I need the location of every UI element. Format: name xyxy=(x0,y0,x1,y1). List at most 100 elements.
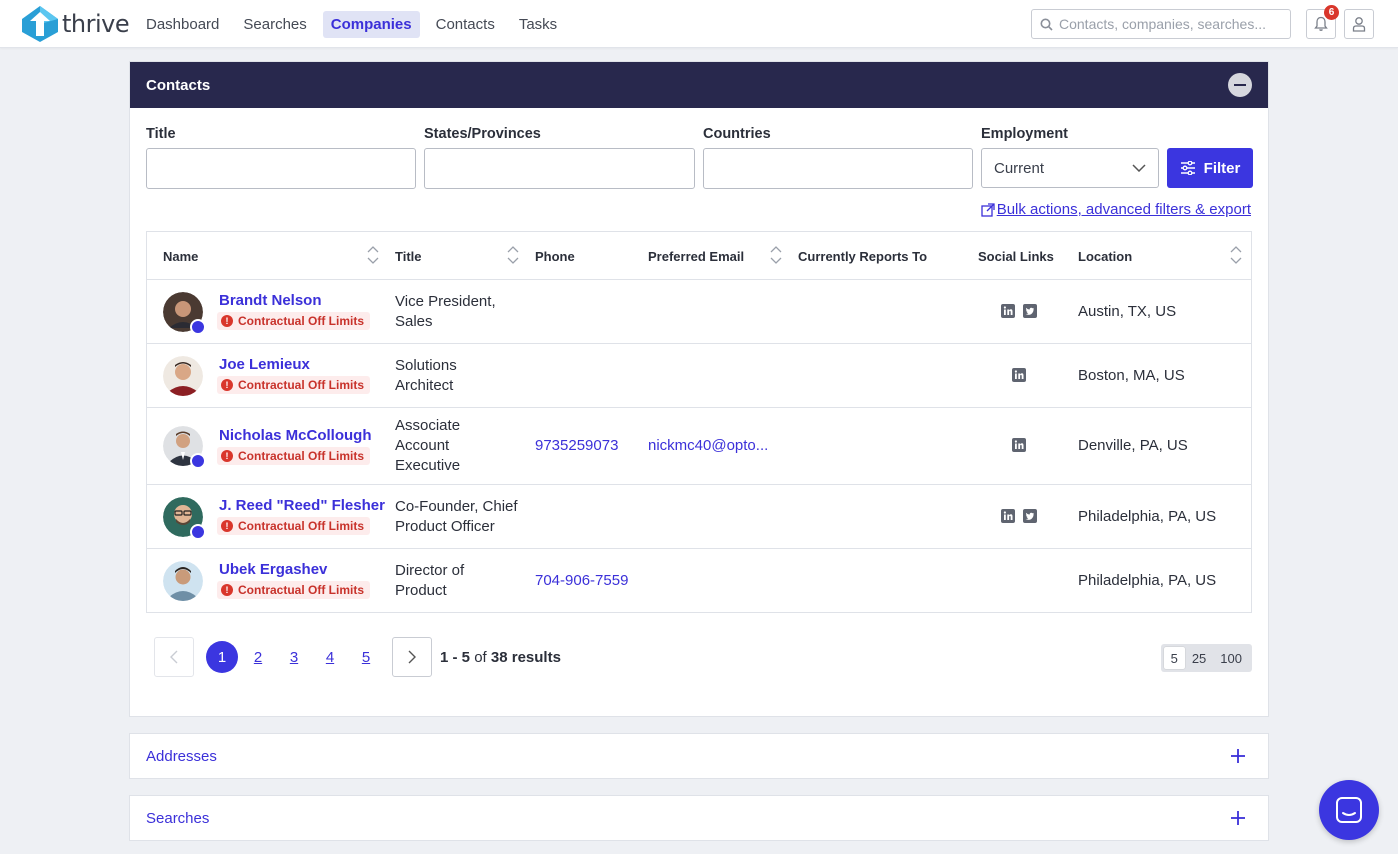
phone-link[interactable]: 704-906-7559 xyxy=(535,571,628,591)
column-header-email[interactable]: Preferred Email xyxy=(648,232,744,280)
page-button-1[interactable]: 1 xyxy=(206,641,238,673)
filter-button[interactable]: Filter xyxy=(1167,148,1253,188)
page-size-25[interactable]: 25 xyxy=(1185,647,1213,669)
next-page-button[interactable] xyxy=(392,637,432,677)
email-link[interactable]: nickmc40@opto... xyxy=(648,436,768,456)
sort-icon[interactable] xyxy=(1230,244,1242,266)
alert-icon: ! xyxy=(221,520,233,532)
column-header-title[interactable]: Title xyxy=(395,232,422,280)
contact-name-link[interactable]: Joe Lemieux xyxy=(219,356,310,373)
user-menu-button[interactable] xyxy=(1344,9,1374,39)
page-size-100[interactable]: 100 xyxy=(1213,647,1249,669)
chat-icon xyxy=(1336,797,1362,823)
title-line: Product xyxy=(395,582,447,599)
page-size-5[interactable]: 5 xyxy=(1163,647,1185,669)
contacts-panel: Contacts Title States/Provinces Countrie… xyxy=(129,61,1269,717)
sort-icon[interactable] xyxy=(367,244,379,266)
table-row: Brandt Nelson ! Contractual Off Limits Vi… xyxy=(147,280,1251,344)
notifications-button[interactable]: 6 xyxy=(1306,5,1339,39)
contact-name-link[interactable]: Ubek Ergashev xyxy=(219,561,327,578)
page-button-2[interactable]: 2 xyxy=(240,649,276,666)
states-filter-label: States/Provinces xyxy=(424,126,541,142)
searches-panel[interactable]: Searches xyxy=(129,795,1269,841)
location-cell: Austin, TX, US xyxy=(1078,303,1177,320)
title-line: Account xyxy=(395,437,450,454)
nav-dashboard[interactable]: Dashboard xyxy=(138,11,227,38)
nav-searches[interactable]: Searches xyxy=(235,11,314,38)
title-cell: Co-Founder, Chief Product Officer xyxy=(395,497,518,537)
nav-tasks[interactable]: Tasks xyxy=(511,11,565,38)
page-button-5[interactable]: 5 xyxy=(348,649,384,666)
off-limits-tag: ! Contractual Off Limits xyxy=(217,376,371,394)
contacts-table: Name Title Phone Preferred Email Current… xyxy=(146,231,1252,613)
main-nav: Dashboard Searches Companies Contacts Ta… xyxy=(138,11,573,38)
nav-contacts[interactable]: Contacts xyxy=(428,11,503,38)
title-line: Vice President, xyxy=(395,293,496,310)
table-row: Joe Lemieux ! Contractual Off Limits Solu… xyxy=(147,344,1251,408)
linkedin-icon[interactable] xyxy=(1012,438,1026,452)
twitter-icon[interactable] xyxy=(1023,509,1037,523)
title-cell: Vice President, Sales xyxy=(395,292,496,332)
states-filter-input[interactable] xyxy=(424,148,695,189)
verified-icon xyxy=(190,453,206,469)
page-button-3[interactable]: 3 xyxy=(276,649,312,666)
plus-icon[interactable] xyxy=(1230,748,1246,764)
location-cell: Philadelphia, PA, US xyxy=(1078,572,1217,589)
alert-icon: ! xyxy=(221,379,233,391)
linkedin-icon[interactable] xyxy=(1001,304,1015,318)
column-header-location[interactable]: Location xyxy=(1078,232,1132,280)
previous-page-button[interactable] xyxy=(154,637,194,677)
linkedin-icon[interactable] xyxy=(1001,509,1015,523)
contact-name-link[interactable]: Nicholas McCollough xyxy=(219,427,372,444)
nav-companies[interactable]: Companies xyxy=(322,11,420,38)
countries-filter-input[interactable] xyxy=(703,148,973,189)
column-header-social-links: Social Links xyxy=(978,248,1054,264)
social-links xyxy=(1008,368,1030,382)
thrive-logo[interactable]: thrive xyxy=(22,6,130,42)
off-limits-tag: ! Contractual Off Limits xyxy=(217,581,371,599)
employment-select[interactable]: Current xyxy=(981,148,1159,188)
top-navbar: thrive Dashboard Searches Companies Cont… xyxy=(0,0,1398,48)
bulk-actions-link[interactable]: Bulk actions, advanced filters & export xyxy=(981,201,1251,218)
avatar xyxy=(163,497,206,540)
page-button-4[interactable]: 4 xyxy=(312,649,348,666)
logo-icon xyxy=(22,6,58,42)
employment-filter-label: Employment xyxy=(981,126,1069,142)
social-links xyxy=(997,304,1041,318)
collapse-button[interactable] xyxy=(1228,73,1252,97)
title-line: Co-Founder, Chief xyxy=(395,498,518,515)
plus-icon[interactable] xyxy=(1230,810,1246,826)
sort-icon[interactable] xyxy=(770,244,782,266)
sort-icon[interactable] xyxy=(507,244,519,266)
sliders-icon xyxy=(1180,161,1195,175)
title-filter-input[interactable] xyxy=(146,148,416,189)
off-limits-tag: ! Contractual Off Limits xyxy=(217,312,371,330)
pagination: 1 2 3 4 5 1 - 5 of 38 results xyxy=(154,637,561,677)
searches-panel-title: Searches xyxy=(146,809,210,827)
linkedin-icon[interactable] xyxy=(1012,368,1026,382)
title-cell: Associate Account Executive xyxy=(395,416,460,476)
contact-name-link[interactable]: Brandt Nelson xyxy=(219,292,322,309)
contacts-panel-header: Contacts xyxy=(130,62,1268,108)
social-links xyxy=(997,509,1041,523)
column-header-name[interactable]: Name xyxy=(163,232,198,280)
contact-name-link[interactable]: J. Reed "Reed" Flesher xyxy=(219,497,385,514)
alert-icon: ! xyxy=(221,315,233,327)
avatar-photo xyxy=(163,356,203,396)
global-search[interactable] xyxy=(1031,9,1291,39)
search-icon xyxy=(1040,18,1053,31)
user-icon xyxy=(1352,17,1366,32)
chat-launcher-button[interactable] xyxy=(1319,780,1379,840)
tag-text: Contractual Off Limits xyxy=(238,583,365,597)
avatar xyxy=(163,561,203,601)
alert-icon: ! xyxy=(221,584,233,596)
minus-icon xyxy=(1234,84,1246,86)
twitter-icon[interactable] xyxy=(1023,304,1037,318)
location-cell: Boston, MA, US xyxy=(1078,367,1185,384)
table-row: Ubek Ergashev ! Contractual Off Limits Di… xyxy=(147,549,1251,612)
addresses-panel[interactable]: Addresses xyxy=(129,733,1269,779)
global-search-input[interactable] xyxy=(1059,16,1287,32)
phone-link[interactable]: 9735259073 xyxy=(535,436,618,456)
title-line: Executive xyxy=(395,457,461,474)
chevron-down-icon xyxy=(1132,164,1146,172)
